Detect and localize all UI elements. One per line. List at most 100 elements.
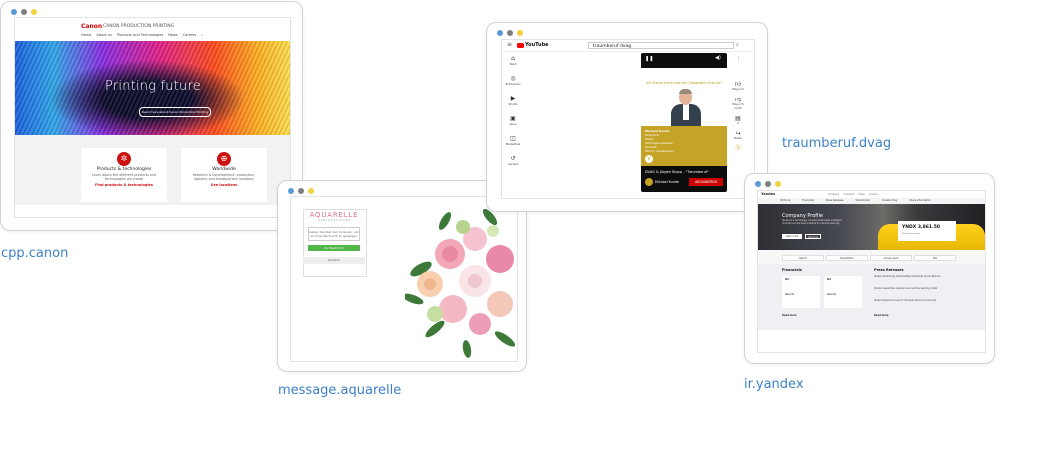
nav-item[interactable]: Press [858, 193, 864, 196]
yandex-logo[interactable]: Yandex [761, 192, 775, 196]
yandex-window: Yandex Company Investors Press Careers I… [744, 173, 995, 364]
canon-hero: Printing future Read more about Canon Pr… [15, 41, 290, 135]
dislike-button[interactable]: 👎︎ Mag ich nicht [730, 97, 746, 110]
card-link[interactable]: See locations [181, 183, 267, 187]
player-controls-bar: ❚❚ ◀) [641, 53, 727, 68]
flower-bouquet-image [405, 209, 516, 358]
sidebar-item-history[interactable]: ↺ Verlauf [502, 155, 524, 166]
maximize-dot[interactable] [31, 9, 37, 15]
aquarelle-subtitle: A A R T D E S F L E U R S [317, 219, 351, 222]
sidebar-label: Verlauf [508, 162, 518, 166]
financials-read-more[interactable]: Read more [782, 314, 797, 317]
sidebar-label: Start [509, 62, 517, 66]
close-dot[interactable] [11, 9, 17, 15]
video-info-bar: DVAG & Jürgen Klopp - "Traumberuf" Micha… [641, 166, 727, 192]
search-input[interactable]: traumberuf dvag [588, 42, 734, 49]
person-card: Michael Kunde Direktion DVAG Vermögensbe… [641, 126, 727, 166]
sidebar-label: Abos [509, 122, 517, 126]
aquarelle-logo: AQUARELLE [309, 211, 359, 219]
caption-dvag[interactable]: traumberuf.dvag [782, 136, 891, 151]
window-controls [288, 188, 314, 194]
maximize-dot[interactable] [517, 30, 523, 36]
language-select[interactable]: Deutsch [303, 257, 365, 264]
subscribe-button[interactable]: ABONNIEREN [689, 178, 723, 186]
quick-link[interactable]: Annual report [870, 255, 912, 261]
sidebar-item-explore[interactable]: ◎ Entdecken [502, 75, 524, 86]
minimize-dot[interactable] [298, 188, 304, 194]
nav-item[interactable]: Home [81, 33, 91, 37]
channel-avatar[interactable] [645, 178, 653, 186]
quick-link[interactable]: Presentation [826, 255, 868, 261]
press-title: Press Releases [874, 268, 904, 272]
minimize-dot[interactable] [21, 9, 27, 15]
canon-brand: CANON PRODUCTION PRINTING [103, 24, 175, 29]
nav-item[interactable]: Company [828, 193, 839, 196]
news-item[interactable]: Yandex researchers develop new machine l… [874, 287, 969, 291]
code-input[interactable]: Geben Sie hier den Code ein, um zu Ihrer… [308, 227, 360, 241]
sidebar-item-library[interactable]: ◫ Mediathek [502, 135, 524, 146]
minimize-dot[interactable] [765, 181, 771, 187]
nav-item[interactable]: Careers [869, 193, 878, 196]
ticker-name: YNDX 3,861.50 [902, 225, 941, 230]
hero-button[interactable]: Read more about Canon Production Printin… [139, 107, 211, 117]
youtube-logo-text[interactable]: YouTube [525, 42, 549, 48]
nav-item[interactable]: About us [96, 33, 112, 37]
sidebar-item-shorts[interactable]: ▶ Shorts [502, 95, 524, 106]
card-link[interactable]: Find products & technologies [81, 183, 167, 187]
fin-card[interactable]: Q1 Results [824, 276, 862, 308]
dvag-window: ≡ YouTube traumberuf dvag ⌕ ⌂ Start ◎ En… [486, 22, 768, 212]
menu-icon[interactable]: ≡ [507, 41, 512, 48]
news-item[interactable]: Yandex Self-Driving Vehicles Begin Deliv… [874, 275, 969, 279]
video-title[interactable]: DVAG & Jürgen Klopp - "Traumberuf" [645, 170, 709, 174]
channel-name[interactable]: Michael Kunde [655, 180, 679, 184]
canon-header: Canon CANON PRODUCTION PRINTING Home Abo… [15, 18, 290, 38]
history-icon: ↺ [510, 155, 516, 162]
close-dot[interactable] [288, 188, 294, 194]
sidebar-item-subscriptions[interactable]: ▣ Abos [502, 115, 524, 126]
library-icon: ◫ [510, 135, 516, 142]
fin-card[interactable]: Q2 Results [782, 276, 820, 308]
about-button[interactable]: About us [805, 234, 821, 239]
caption-yandex[interactable]: ir.yandex [744, 377, 804, 392]
sidebar-item-start[interactable]: ⌂ Start [502, 55, 524, 66]
caption-canon[interactable]: cpp.canon [1, 246, 68, 261]
learn-more-button[interactable]: Learn more [782, 234, 802, 239]
dvag-channel-icon[interactable]: Ⓥ [730, 146, 746, 152]
ticker-sub: Moscow Exchange [902, 233, 921, 235]
window-controls [497, 30, 523, 36]
window-controls [11, 9, 37, 15]
close-dot[interactable] [755, 181, 761, 187]
maximize-dot[interactable] [775, 181, 781, 187]
maximize-dot[interactable] [308, 188, 314, 194]
youtube-logo-icon[interactable] [517, 43, 524, 48]
nav-item[interactable]: Investors [843, 193, 854, 196]
search-icon[interactable]: ⌕ [736, 42, 739, 48]
nav-item[interactable]: News [168, 33, 177, 37]
comment-button[interactable]: ▤ 0 [730, 115, 746, 125]
sidebar-label: Mediathek [505, 142, 521, 146]
canon-logo[interactable]: Canon [81, 23, 102, 30]
search-icon[interactable]: ⌕ [201, 33, 203, 37]
news-item[interactable]: Yandex Expands Access for the Open Sourc… [874, 299, 969, 303]
nav-item[interactable]: Careers [183, 33, 197, 37]
quick-link[interactable]: FAQ [914, 255, 956, 261]
share-button[interactable]: ↪ Teilen [730, 131, 746, 140]
person-info: Michael Kunde Direktion DVAG Vermögensbe… [645, 129, 674, 154]
more-options-icon[interactable]: ⋮ [736, 56, 741, 62]
close-dot[interactable] [497, 30, 503, 36]
yandex-top-nav: Company Investors Press Careers [828, 193, 878, 196]
like-button[interactable]: 👍︎ Mag ich [730, 82, 746, 91]
card-worldwide[interactable]: ⊕ Worldwide Research & Development, prod… [181, 148, 267, 202]
quick-link[interactable]: Report [782, 255, 824, 261]
caption-aquarelle[interactable]: message.aquarelle [278, 383, 401, 398]
minimize-dot[interactable] [507, 30, 513, 36]
nav-item[interactable]: Products and Technologies [117, 33, 163, 37]
volume-icon[interactable]: ◀) [715, 55, 721, 61]
submit-button[interactable]: Zur Nachricht [308, 245, 360, 251]
card-products[interactable]: ✲ Products & technologies Learn about th… [81, 148, 167, 202]
subscriptions-icon: ▣ [510, 115, 516, 122]
video-player[interactable]: ❚❚ ◀) Ich freue mich auf ein Gespräch mi… [641, 53, 727, 192]
card-desc: Learn about the different products and t… [92, 173, 156, 182]
press-read-more[interactable]: Read more [874, 314, 889, 317]
pause-icon[interactable]: ❚❚ [645, 56, 653, 62]
